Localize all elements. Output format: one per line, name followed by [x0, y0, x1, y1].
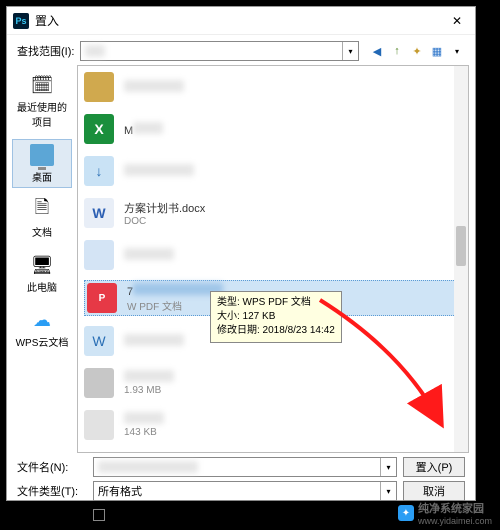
image-sequence-label: 图像序列 [109, 507, 153, 523]
dialog-title: 置入 [35, 12, 445, 29]
new-folder-icon[interactable]: ✦ [409, 43, 425, 59]
filename-input[interactable]: ▾ [93, 457, 397, 477]
sidebar-item-documents[interactable]: 🗎 文档 [12, 194, 72, 243]
views-dropdown-icon[interactable]: ▾ [449, 43, 465, 59]
file-icon: W [84, 326, 114, 356]
sidebar-item-label: 文档 [32, 224, 52, 239]
lookin-label: 查找范围(I): [17, 43, 74, 59]
file-row[interactable]: ↓ [84, 154, 462, 188]
image-icon [84, 410, 114, 440]
sidebar-item-label: WPS云文档 [16, 334, 69, 349]
sidebar-item-thispc[interactable]: 🖥 此电脑 [12, 249, 72, 298]
file-icon [84, 240, 114, 270]
sidebar-item-label: 桌面 [32, 169, 52, 184]
file-row[interactable]: 143 KB [84, 408, 462, 442]
watermark-url: www.yidaimei.com [418, 516, 492, 526]
watermark-brand: 纯净系统家园 [418, 500, 492, 516]
file-name [124, 248, 174, 260]
file-row[interactable]: 1.93 MB [84, 366, 462, 400]
cloud-icon: ☁ [28, 308, 56, 332]
lookin-toolbar: 查找范围(I): ▾ ◀ ↑ ✦ ▦ ▾ [7, 35, 475, 65]
file-tooltip: 类型: WPS PDF 文档 大小: 127 KB 修改日期: 2018/8/2… [210, 291, 342, 343]
lookin-combo[interactable]: ▾ [80, 41, 359, 61]
documents-icon: 🗎 [28, 198, 56, 222]
file-sub: DOC [124, 216, 205, 227]
file-name [124, 412, 164, 424]
chevron-down-icon[interactable]: ▾ [342, 42, 358, 60]
file-row[interactable]: W 方案计划书.docx DOC [84, 196, 462, 230]
chevron-down-icon[interactable]: ▾ [380, 482, 396, 500]
file-row[interactable] [84, 70, 462, 104]
toolbar-icons: ◀ ↑ ✦ ▦ ▾ [365, 43, 465, 59]
file-open-dialog: Ps 置入 ✕ 查找范围(I): ▾ ◀ ↑ ✦ ▦ ▾ 🗓 最近使用的项目 桌… [6, 6, 476, 501]
excel-icon: X [84, 114, 114, 144]
up-icon[interactable]: ↑ [389, 43, 405, 59]
chevron-down-icon[interactable]: ▾ [380, 458, 396, 476]
file-name: M [124, 125, 133, 137]
sidebar-item-label: 最近使用的项目 [13, 99, 71, 129]
filename-value [98, 461, 198, 473]
filetype-value: 所有格式 [98, 483, 142, 499]
file-name [124, 164, 194, 176]
file-sub: 1.93 MB [124, 385, 174, 396]
tooltip-type: 类型: WPS PDF 文档 [217, 296, 335, 310]
sidebar-item-label: 此电脑 [27, 279, 57, 294]
lookin-value [85, 45, 105, 57]
title-bar: Ps 置入 ✕ [7, 7, 475, 35]
views-icon[interactable]: ▦ [429, 43, 445, 59]
filename-label: 文件名(N): [17, 459, 87, 475]
recent-icon: 🗓 [28, 73, 56, 97]
file-sub: 143 KB [124, 427, 164, 438]
file-sub: W PDF 文档 [127, 298, 223, 313]
file-name [124, 80, 184, 92]
file-name [124, 370, 174, 382]
place-button[interactable]: 置入(P) [403, 457, 465, 477]
file-row[interactable]: X M [84, 112, 462, 146]
sidebar-item-recent[interactable]: 🗓 最近使用的项目 [12, 69, 72, 133]
watermark-icon: ✦ [398, 505, 414, 521]
file-row[interactable] [84, 238, 462, 272]
close-button[interactable]: ✕ [445, 12, 469, 30]
sidebar-item-wpscloud[interactable]: ☁ WPS云文档 [12, 304, 72, 353]
places-sidebar: 🗓 最近使用的项目 桌面 🗎 文档 🖥 此电脑 ☁ WPS云文档 [7, 65, 77, 453]
pdf-icon: P [87, 283, 117, 313]
dialog-body: 🗓 最近使用的项目 桌面 🗎 文档 🖥 此电脑 ☁ WPS云文档 [7, 65, 475, 453]
tooltip-size: 大小: 127 KB [217, 310, 335, 324]
file-name: 方案计划书.docx [124, 200, 205, 216]
folder-icon [84, 72, 114, 102]
file-list-scrollbar[interactable] [454, 66, 468, 452]
watermark: ✦ 纯净系统家园 www.yidaimei.com [398, 500, 492, 526]
app-icon: Ps [13, 13, 29, 29]
sidebar-item-desktop[interactable]: 桌面 [12, 139, 72, 188]
thispc-icon: 🖥 [28, 253, 56, 277]
scrollbar-thumb[interactable] [456, 226, 466, 266]
back-icon[interactable]: ◀ [369, 43, 385, 59]
image-sequence-checkbox[interactable] [93, 509, 105, 521]
image-icon [84, 368, 114, 398]
file-name [124, 334, 184, 346]
cancel-button[interactable]: 取消 [403, 481, 465, 501]
file-icon: ↓ [84, 156, 114, 186]
docx-icon: W [84, 198, 114, 228]
file-list[interactable]: X M ↓ W 方案计划书.docx DOC [77, 65, 469, 453]
desktop-icon [28, 143, 56, 167]
filetype-combo[interactable]: 所有格式 ▾ [93, 481, 397, 501]
filetype-label: 文件类型(T): [17, 483, 87, 499]
tooltip-date: 修改日期: 2018/8/23 14:42 [217, 324, 335, 338]
